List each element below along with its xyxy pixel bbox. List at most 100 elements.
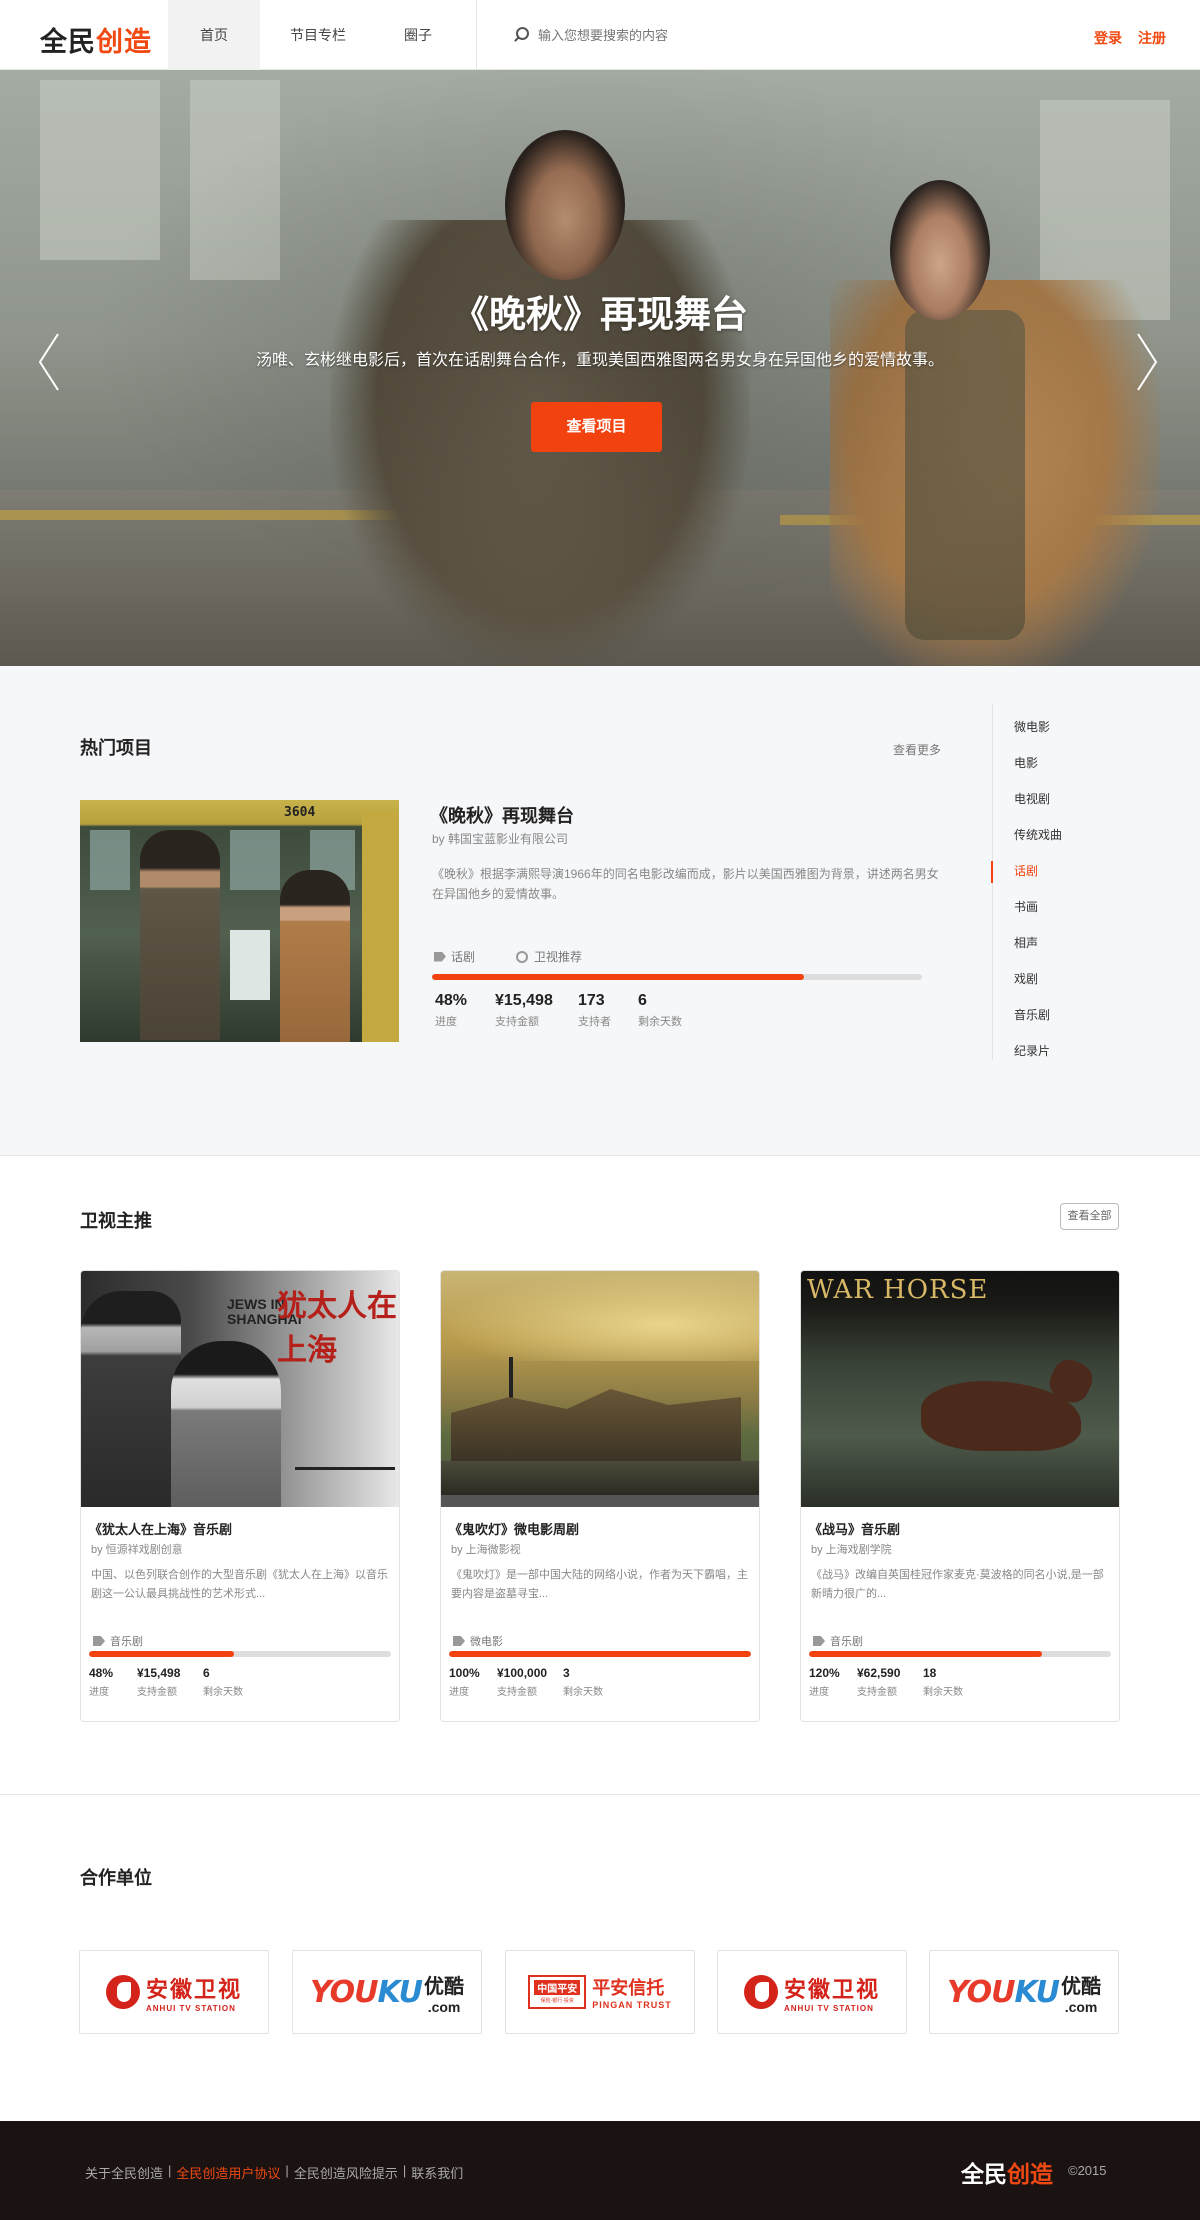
stat-value: 6 (638, 992, 647, 1009)
tram-window (230, 830, 280, 890)
category-item[interactable]: 戏剧 (993, 972, 1062, 1008)
stat-label: 支持金额 (137, 1687, 177, 1698)
category-item[interactable]: 传统戏曲 (993, 828, 1062, 864)
partner-logo-anhui[interactable]: 安徽卫视 ANHUI TV STATION (717, 1950, 907, 2034)
project-card[interactable]: WAR HORSE 《战马》音乐剧 by 上海戏剧学院 《战马》改编自英国桂冠作… (800, 1270, 1120, 1722)
tram-door (362, 810, 399, 1042)
category-item-active[interactable]: 话剧 (990, 861, 1062, 900)
footer-link-about[interactable]: 关于全民创造 (85, 2163, 163, 2182)
stat-days-left: 6 剩余天数 (203, 1666, 243, 1698)
project-author: by 韩国宝蓝影业有限公司 (432, 832, 569, 846)
category-item[interactable]: 书画 (993, 900, 1062, 936)
section-title: 卫视主推 (80, 1211, 152, 1231)
register-link[interactable]: 注册 (1138, 30, 1166, 46)
project-card[interactable]: 《鬼吹灯》微电影周剧 by 上海微影视 《鬼吹灯》是一部中国大陆的网络小说，作者… (440, 1270, 760, 1722)
tram-number: 3604 (284, 805, 316, 820)
partner-name-en: ANHUI TV STATION (145, 2003, 236, 2013)
pingan-icon: 中国平安 保险·银行·投资 (528, 1975, 587, 2009)
partners-section: 合作单位 安徽卫视 ANHUI TV STATION YOUKU 优酷 .com… (0, 1796, 1200, 2121)
progress-fill (432, 974, 805, 980)
youku-logo: YOUKU 优酷 .com (947, 1970, 1101, 2015)
partner-logo-pingan[interactable]: 中国平安 保险·银行·投资 平安信托 PINGAN TRUST (505, 1950, 695, 2034)
footer-link-contact[interactable]: 联系我们 (411, 2163, 463, 2182)
progress-fill (809, 1651, 1042, 1657)
nav-item-home[interactable]: 首页 (168, 0, 260, 70)
tram-window (90, 830, 130, 890)
card-author: by 上海戏剧学院 (811, 1544, 892, 1556)
category-item[interactable]: 电影 (993, 756, 1062, 792)
chevron-left-icon (38, 333, 59, 391)
category-item[interactable]: 相声 (993, 936, 1062, 972)
card-image: WAR HORSE (801, 1271, 1119, 1507)
logo-part2: 创造 (96, 27, 152, 58)
hero-next-arrow[interactable] (1134, 332, 1160, 392)
figure-man (140, 830, 220, 1040)
stat-label: 支持金额 (857, 1687, 897, 1698)
figure-man (81, 1291, 181, 1507)
tag-label: 话剧 (451, 950, 476, 964)
tram-poster (230, 930, 270, 1000)
tag-icon (453, 1636, 465, 1646)
poster-title: 犹太人在上海 (277, 1289, 397, 1368)
footer-logo[interactable]: 全民创造 (961, 2155, 1053, 2189)
stat-amount: ¥15,498 支持金额 (137, 1666, 180, 1698)
view-more-link[interactable]: 查看更多 (893, 741, 941, 758)
partner-logo-youku[interactable]: YOUKU 优酷 .com (929, 1950, 1119, 2034)
tag-icon (93, 1636, 105, 1646)
footer-link-agreement[interactable]: 全民创造用户协议 (176, 2163, 280, 2182)
tv-recommend-section: 卫视主推 查看全部 JEWS IN SHANGHAI 犹太人在上海 《犹太人在上… (0, 1157, 1200, 1795)
login-link[interactable]: 登录 (1094, 30, 1122, 46)
stat-progress: 48% 进度 (89, 1666, 113, 1698)
partner-name: 平安信托 (592, 1978, 665, 1999)
category-item[interactable]: 电视剧 (993, 792, 1062, 828)
stat-days-left: 18 剩余天数 (923, 1666, 963, 1698)
stat-amount: ¥15,498 支持金额 (495, 992, 553, 1029)
stat-label: 支持金额 (497, 1687, 537, 1698)
category-item[interactable]: 微电影 (993, 720, 1062, 756)
search-icon[interactable] (512, 26, 530, 44)
stat-label: 剩余天数 (638, 1016, 682, 1028)
recommend-label: 卫视推荐 (534, 950, 583, 964)
search-box (512, 26, 838, 44)
stat-label: 进度 (449, 1687, 469, 1698)
project-card[interactable]: JEWS IN SHANGHAI 犹太人在上海 《犹太人在上海》音乐剧 by 恒… (80, 1270, 400, 1722)
tag-icon (434, 951, 446, 962)
card-image (441, 1271, 759, 1507)
stat-amount: ¥100,000 支持金额 (497, 1666, 547, 1698)
category-list: 微电影 电影 电视剧 传统戏曲 话剧 书画 相声 戏剧 音乐剧 纪录片 (990, 720, 1062, 1080)
partner-name: 安徽卫视 (145, 1977, 242, 2003)
youku-wordmark-a: YOU (309, 1974, 379, 2010)
main-nav: 首页 节目专栏 圈子 (168, 0, 460, 70)
category-item[interactable]: 音乐剧 (993, 1008, 1062, 1044)
view-all-button[interactable]: 查看全部 (1060, 1203, 1119, 1230)
nav-item-circle[interactable]: 圈子 (376, 0, 460, 70)
card-tag: 音乐剧 (93, 1633, 143, 1649)
partner-logo-anhui[interactable]: 安徽卫视 ANHUI TV STATION (79, 1950, 269, 2034)
search-input[interactable] (538, 27, 838, 43)
stat-value: ¥15,498 (137, 1666, 181, 1680)
stat-label: 剩余天数 (923, 1687, 963, 1698)
anhui-tv-icon (105, 1975, 140, 2009)
category-item[interactable]: 纪录片 (993, 1044, 1062, 1080)
partner-name-en: PINGAN TRUST (592, 2000, 672, 2010)
card-tag: 微电影 (453, 1633, 503, 1649)
project-title[interactable]: 《晚秋》再现舞台 (430, 802, 574, 828)
site-logo[interactable]: 全民创造 (40, 20, 152, 59)
hero-prev-arrow[interactable] (36, 332, 62, 392)
view-project-button[interactable]: 查看项目 (531, 402, 662, 452)
stat-value: 173 (578, 992, 605, 1009)
youku-wordmark: YOUKU (947, 1975, 1060, 2010)
anhui-tv-logo: 安徽卫视 ANHUI TV STATION (105, 1972, 242, 2013)
poster-sky (441, 1271, 759, 1361)
youku-logo: YOUKU 优酷 .com (310, 1970, 464, 2015)
card-description: 《鬼吹灯》是一部中国大陆的网络小说，作者为天下霸唱，主要内容是盗墓寻宝... (451, 1569, 748, 1600)
anhui-tv-logo: 安徽卫视 ANHUI TV STATION (743, 1972, 880, 2013)
partner-logo-youku[interactable]: YOUKU 优酷 .com (292, 1950, 482, 2034)
footer-link-risk[interactable]: 全民创造风险提示 (294, 2163, 398, 2182)
stat-value: 48% (89, 1666, 114, 1680)
stat-amount: ¥62,590 支持金额 (857, 1666, 900, 1698)
top-header: 全民创造 首页 节目专栏 圈子 登录注册 (0, 0, 1200, 70)
poster-bridge (295, 1467, 395, 1481)
hot-project-image[interactable]: 3604 (80, 800, 399, 1042)
nav-item-columns[interactable]: 节目专栏 (260, 0, 376, 70)
